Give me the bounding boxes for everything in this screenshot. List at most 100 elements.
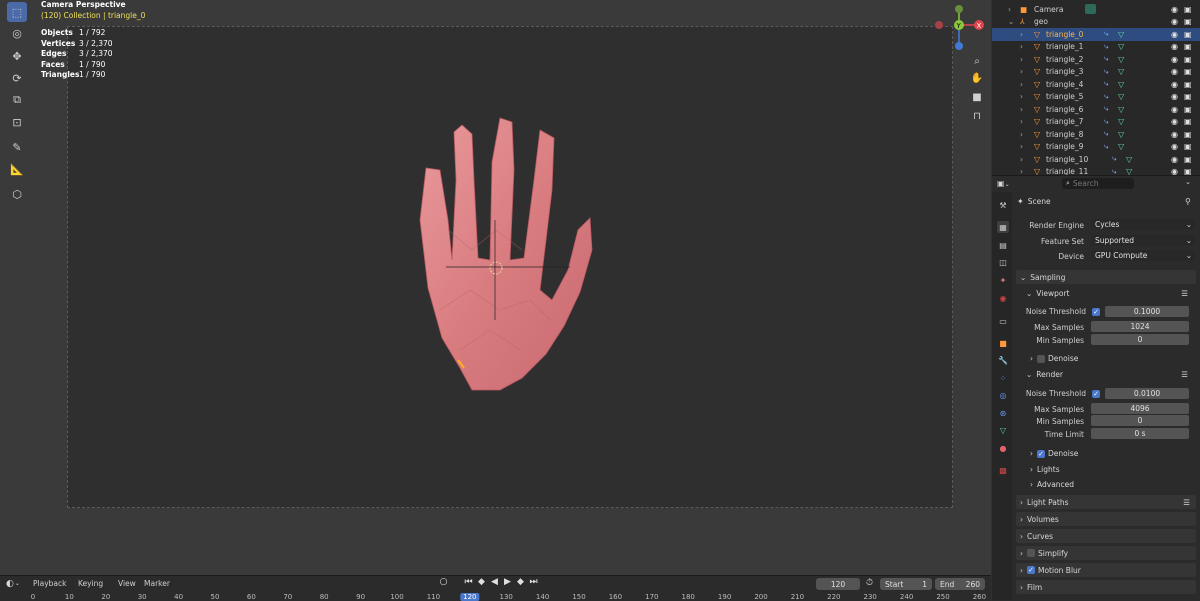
list-icon[interactable]: ☰	[1183, 498, 1190, 507]
visibility-eye-icon[interactable]: ◉	[1171, 17, 1178, 26]
render-camera-icon[interactable]: ▣	[1184, 167, 1192, 175]
editor-type-selector[interactable]: ◐ ⌄	[6, 578, 24, 589]
outliner-row[interactable]: ⌄ ⅄ geo ◉ ▣	[992, 16, 1200, 29]
visibility-eye-icon[interactable]: ◉	[1171, 105, 1178, 114]
outliner-row[interactable]: › ▽ triangle_6 ⤷ ▽ ◉ ▣	[992, 103, 1200, 116]
visibility-eye-icon[interactable]: ◉	[1171, 92, 1178, 101]
render-camera-icon[interactable]: ▣	[1184, 155, 1192, 164]
particles-tab[interactable]: ⁘	[997, 372, 1009, 384]
visibility-eye-icon[interactable]: ◉	[1171, 80, 1178, 89]
outliner-row[interactable]: › ■ Camera ◉ ▣	[992, 3, 1200, 16]
render-noise-threshold-field[interactable]: 0.0100	[1105, 388, 1189, 399]
render-camera-icon[interactable]: ▣	[1184, 80, 1192, 89]
prev-keyframe-icon[interactable]: ◆	[476, 577, 487, 587]
chevron-right-icon[interactable]: ›	[1020, 30, 1023, 39]
outliner-row[interactable]: › ▽ triangle_4 ⤷ ▽ ◉ ▣	[992, 78, 1200, 91]
transform-tool[interactable]: ⊡	[7, 112, 27, 132]
outliner-row[interactable]: › ▽ triangle_8 ⤷ ▽ ◉ ▣	[992, 128, 1200, 141]
start-frame-field[interactable]: Start 1	[880, 578, 932, 590]
visibility-eye-icon[interactable]: ◉	[1171, 30, 1178, 39]
list-icon[interactable]: ☰	[1181, 289, 1188, 298]
visibility-eye-icon[interactable]: ◉	[1171, 155, 1178, 164]
chevron-right-icon[interactable]: ›	[1020, 105, 1023, 114]
render-camera-icon[interactable]: ▣	[1184, 17, 1192, 26]
properties-search[interactable]: ⌕ Search	[1062, 178, 1134, 189]
modifiers-tab[interactable]: 🔧	[997, 354, 1009, 366]
render-camera-icon[interactable]: ▣	[1184, 92, 1192, 101]
checkmark-icon[interactable]: ✓	[1027, 566, 1035, 574]
annotate-tool[interactable]: ✎	[7, 137, 27, 157]
chevron-right-icon[interactable]: ›	[1020, 92, 1023, 101]
simplify-checkbox[interactable]	[1027, 549, 1035, 557]
outliner-row[interactable]: › ▽ triangle_5 ⤷ ▽ ◉ ▣	[992, 91, 1200, 104]
tool-tab[interactable]: ⚒	[997, 199, 1009, 211]
film-panel[interactable]: › Film	[1016, 580, 1196, 594]
collection-tab[interactable]: ▭	[997, 315, 1009, 327]
visibility-eye-icon[interactable]: ◉	[1171, 42, 1178, 51]
scale-tool[interactable]: ⧉	[7, 90, 27, 110]
chevron-right-icon[interactable]: ›	[1020, 55, 1023, 64]
outliner-row[interactable]: › ▽ triangle_3 ⤷ ▽ ◉ ▣	[992, 66, 1200, 79]
render-camera-icon[interactable]: ▣	[1184, 67, 1192, 76]
chevron-right-icon[interactable]: ›	[1020, 142, 1023, 151]
data-tab[interactable]: ▽	[997, 424, 1009, 436]
visibility-eye-icon[interactable]: ◉	[1171, 142, 1178, 151]
render-max-samples-field[interactable]: 4096	[1091, 403, 1189, 414]
end-frame-field[interactable]: End 260	[935, 578, 985, 590]
device-dropdown[interactable]: GPU Compute ⌄	[1091, 250, 1195, 261]
denoise-checkbox[interactable]	[1037, 354, 1045, 363]
chevron-right-icon[interactable]: ›	[1020, 130, 1023, 139]
render-camera-icon[interactable]: ▣	[1184, 42, 1192, 51]
chevron-right-icon[interactable]: ›	[1020, 80, 1023, 89]
advanced-subpanel[interactable]: › Advanced	[1030, 478, 1190, 491]
render-subpanel[interactable]: ⌄ Render ☰	[1026, 368, 1194, 381]
object-tab[interactable]: ■	[997, 337, 1009, 349]
visibility-eye-icon[interactable]: ◉	[1171, 55, 1178, 64]
play-reverse-icon[interactable]: ◀	[489, 577, 500, 587]
editor-type-selector-props[interactable]: ▣⌄	[997, 179, 1010, 188]
hand-mesh[interactable]	[400, 110, 610, 400]
viewport-noise-threshold-field[interactable]: 0.1000	[1105, 306, 1189, 317]
outliner-row[interactable]: › ▽ triangle_7 ⤷ ▽ ◉ ▣	[992, 116, 1200, 129]
constraints-tab[interactable]: ⊛	[997, 407, 1009, 419]
viewport-max-samples-field[interactable]: 1024	[1091, 321, 1189, 332]
render-min-samples-field[interactable]: 0	[1091, 415, 1189, 426]
jump-end-icon[interactable]: ⏭	[528, 577, 539, 587]
physics-tab[interactable]: ◎	[997, 389, 1009, 401]
outliner-row[interactable]: › ▽ triangle_1 ⤷ ▽ ◉ ▣	[992, 41, 1200, 54]
cursor-tool[interactable]: ◎	[7, 23, 27, 43]
keying-menu[interactable]: Keying	[78, 579, 103, 588]
render-engine-dropdown[interactable]: Cycles ⌄	[1091, 219, 1195, 230]
light-paths-panel[interactable]: › Light Paths ☰	[1016, 495, 1196, 509]
viewport-noise-threshold-checkbox[interactable]: ✓	[1092, 307, 1103, 316]
render-camera-icon[interactable]: ▣	[1184, 5, 1192, 14]
render-camera-icon[interactable]: ▣	[1184, 105, 1192, 114]
chevron-right-icon[interactable]: ›	[1020, 117, 1023, 126]
checkmark-icon[interactable]: ✓	[1037, 449, 1045, 458]
render-noise-threshold-checkbox[interactable]: ✓	[1092, 389, 1103, 398]
render-camera-icon[interactable]: ▣	[1184, 117, 1192, 126]
outliner[interactable]: › ■ Camera ◉ ▣ ⌄ ⅄ geo ◉ ▣ › ▽ triangle_0 ⤷ ▽ ◉ ▣ › ▽ trian…	[992, 0, 1200, 175]
record-icon[interactable]: ○	[438, 577, 449, 587]
outliner-row[interactable]: › ▽ triangle_10 ⤷ ▽ ◉ ▣	[992, 153, 1200, 166]
curves-panel[interactable]: › Curves	[1016, 529, 1196, 543]
visibility-eye-icon[interactable]: ◉	[1171, 167, 1178, 175]
lock-view-button[interactable]: ⊓	[969, 108, 985, 124]
texture-tab[interactable]: ▩	[997, 464, 1009, 476]
chevron-right-icon[interactable]: ›	[1020, 42, 1023, 51]
current-frame-field[interactable]: 120	[816, 578, 860, 590]
outliner-row[interactable]: › ▽ triangle_0 ⤷ ▽ ◉ ▣	[992, 28, 1200, 41]
play-icon[interactable]: ▶	[502, 577, 513, 587]
render-denoise-subpanel[interactable]: › ✓ Denoise	[1030, 447, 1190, 460]
chevron-right-icon[interactable]: ›	[1020, 167, 1023, 175]
visibility-eye-icon[interactable]: ◉	[1171, 130, 1178, 139]
zoom-view-button[interactable]: ⌕	[969, 53, 985, 69]
playback-menu[interactable]: Playback	[33, 579, 66, 588]
motion-blur-panel[interactable]: › ✓ Motion Blur	[1016, 563, 1196, 577]
pin-icon[interactable]: ⚲	[1185, 197, 1191, 206]
camera-view-button[interactable]: ■	[969, 89, 985, 105]
world-tab[interactable]: ◉	[997, 292, 1009, 304]
marker-menu[interactable]: Marker	[144, 579, 170, 588]
chevron-right-icon[interactable]: ›	[1020, 67, 1023, 76]
render-camera-icon[interactable]: ▣	[1184, 30, 1192, 39]
